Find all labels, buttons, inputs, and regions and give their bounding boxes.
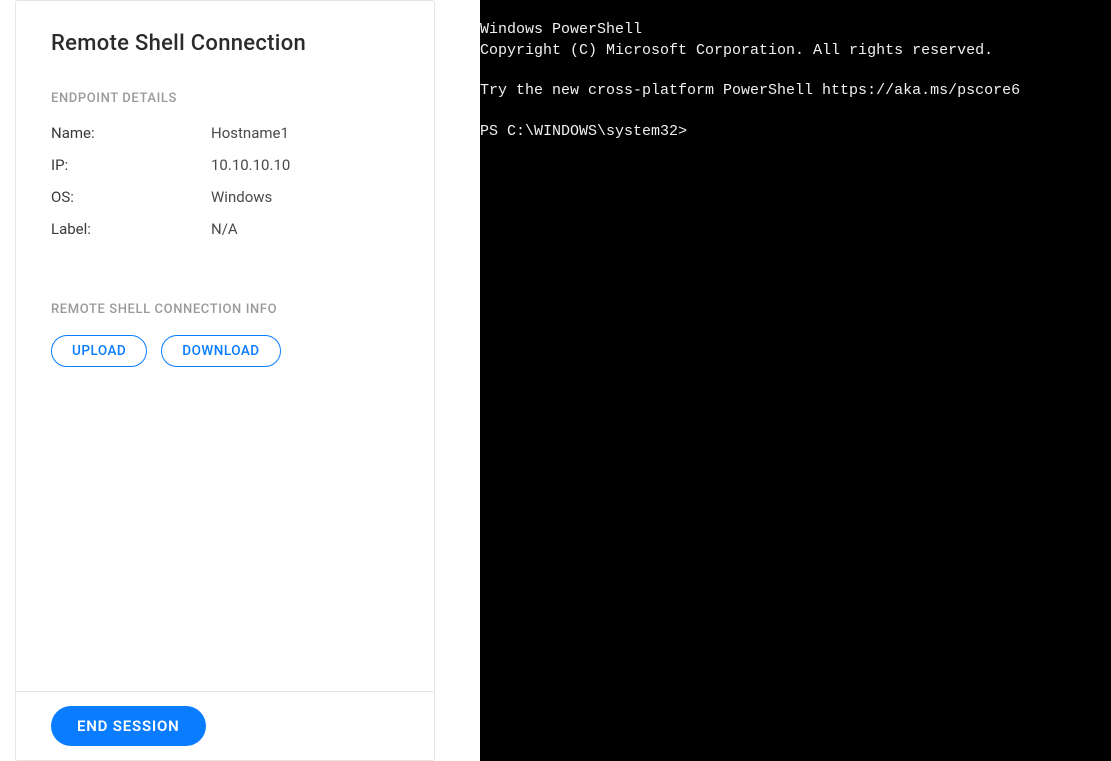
download-button[interactable]: DOWNLOAD [161, 335, 280, 367]
detail-label-label: Label: [51, 220, 211, 238]
endpoint-details-header: ENDPOINT DETAILS [51, 91, 399, 106]
terminal-line: Copyright (C) Microsoft Corporation. All… [480, 42, 993, 59]
upload-button[interactable]: UPLOAD [51, 335, 147, 367]
detail-value-name: Hostname1 [211, 124, 289, 142]
detail-value-os: Windows [211, 188, 272, 206]
end-session-button[interactable]: END SESSION [51, 706, 206, 746]
terminal-line: PS C:\WINDOWS\system32> [480, 123, 687, 140]
detail-label-name: Name: [51, 124, 211, 142]
detail-label-ip: IP: [51, 156, 211, 174]
detail-row-ip: IP: 10.10.10.10 [51, 156, 399, 174]
detail-label-os: OS: [51, 188, 211, 206]
detail-row-name: Name: Hostname1 [51, 124, 399, 142]
connection-info-header: REMOTE SHELL CONNECTION INFO [51, 302, 399, 317]
terminal-line: Windows PowerShell [480, 21, 642, 38]
detail-row-label: Label: N/A [51, 220, 399, 238]
detail-value-label: N/A [211, 220, 238, 238]
terminal-line: Try the new cross-platform PowerShell ht… [480, 82, 1020, 99]
page-title: Remote Shell Connection [51, 31, 399, 56]
details-panel: Remote Shell Connection ENDPOINT DETAILS… [15, 0, 435, 761]
terminal[interactable]: Windows PowerShell Copyright (C) Microso… [480, 0, 1111, 761]
detail-row-os: OS: Windows [51, 188, 399, 206]
detail-value-ip: 10.10.10.10 [211, 156, 290, 174]
